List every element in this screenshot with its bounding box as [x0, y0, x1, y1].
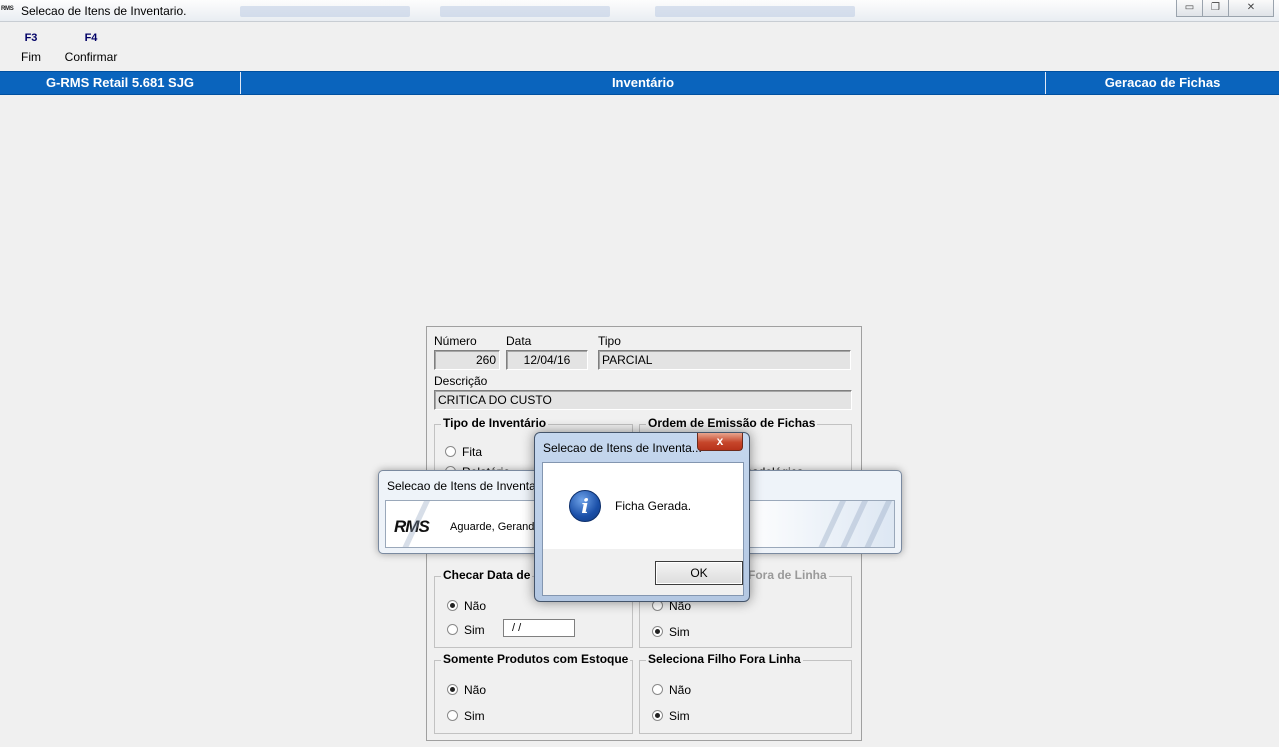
radio-circle: [445, 446, 456, 457]
radio-label: Sim: [669, 709, 690, 723]
fkey-confirmar[interactable]: F4 Confirmar: [60, 32, 122, 64]
app-icon: RMS: [1, 6, 14, 12]
close-button[interactable]: ✕: [1228, 0, 1274, 17]
fkey-fim[interactable]: F3 Fim: [14, 32, 48, 64]
progress-message: Aguarde, Gerand: [450, 521, 535, 533]
radio-circle: [652, 684, 663, 695]
radio-label: Fita: [462, 445, 483, 459]
tipo-label: Tipo: [598, 334, 621, 348]
radio-label: Não: [464, 599, 487, 613]
group-title: Checar Data de: [441, 568, 533, 582]
radio-circle: [652, 710, 663, 721]
dialog-message: Ficha Gerada.: [615, 499, 692, 513]
tipo-field[interactable]: PARCIAL: [598, 350, 851, 370]
header-system: G-RMS Retail 5.681 SJG: [0, 72, 241, 94]
radio-circle: [652, 626, 663, 637]
minimize-button[interactable]: ▭: [1176, 0, 1203, 17]
background-taskbar-ghost: [240, 6, 410, 17]
numero-label: Número: [434, 334, 477, 348]
somente-estoque-group: Somente Produtos com Estoque Não Sim: [434, 652, 633, 734]
radio-circle: [447, 710, 458, 721]
message-dialog: Selecao de Itens de Inventa... x i Ficha…: [534, 432, 750, 602]
radio-circle: [447, 684, 458, 695]
radio-label: Sim: [464, 709, 485, 723]
data-label: Data: [506, 334, 532, 348]
radio-label: Sim: [669, 625, 690, 639]
radio-label: Não: [464, 683, 487, 697]
radio-label: Sim: [464, 623, 485, 637]
fkey-code: F3: [24, 32, 38, 44]
background-taskbar-ghost: [440, 6, 610, 17]
radio-checar-sim[interactable]: Sim: [447, 623, 485, 637]
radio-label: Não: [669, 683, 692, 697]
fkey-label: Confirmar: [64, 50, 118, 64]
radio-checar-nao[interactable]: Não: [447, 599, 486, 613]
fkey-label: Fim: [21, 50, 41, 64]
module-header: G-RMS Retail 5.681 SJG Inventário Geraca…: [0, 71, 1279, 95]
background-taskbar-ghost: [655, 6, 855, 17]
dialog-body: i Ficha Gerada. OK: [542, 462, 744, 596]
group-title: Tipo de Inventário: [441, 416, 549, 430]
window-title-bar: RMS Selecao de Itens de Inventario. ▭ ❐ …: [0, 0, 1279, 22]
data-field[interactable]: 12/04/16: [506, 350, 588, 370]
group-title: Seleciona Filho Fora Linha: [646, 652, 803, 666]
restore-button[interactable]: ❐: [1202, 0, 1229, 17]
radio-estoque-sim[interactable]: Sim: [447, 709, 485, 723]
dialog-title: Selecao de Itens de Inventa...: [543, 441, 702, 455]
descricao-field[interactable]: CRITICA DO CUSTO: [434, 390, 852, 410]
descricao-label: Descrição: [434, 374, 488, 388]
filho-fora-linha-group: Seleciona Filho Fora Linha Não Sim: [639, 652, 852, 734]
header-module: Inventário: [241, 72, 1046, 94]
window-title: Selecao de Itens de Inventario.: [21, 4, 187, 18]
ok-button[interactable]: OK: [655, 561, 743, 585]
group-title: Ordem de Emissão de Fichas: [646, 416, 818, 430]
group-title: Somente Produtos com Estoque: [441, 652, 631, 666]
radio-estoque-nao[interactable]: Não: [447, 683, 486, 697]
checar-data-input[interactable]: / /: [503, 619, 575, 637]
radio-fita[interactable]: Fita: [445, 445, 482, 459]
radio-circle: [447, 600, 458, 611]
progress-window-title: Selecao de Itens de Inventar: [387, 479, 540, 493]
info-icon: i: [569, 490, 601, 522]
dialog-content-area: i Ficha Gerada.: [543, 463, 743, 549]
radio-fora-linha-sim[interactable]: Sim: [652, 625, 690, 639]
header-function: Geracao de Fichas: [1104, 75, 1221, 90]
radio-filho-nao[interactable]: Não: [652, 683, 691, 697]
dialog-close-button[interactable]: x: [697, 433, 743, 451]
radio-circle: [447, 624, 458, 635]
fkey-code: F4: [84, 32, 98, 44]
numero-field[interactable]: 260: [434, 350, 500, 370]
radio-filho-sim[interactable]: Sim: [652, 709, 690, 723]
